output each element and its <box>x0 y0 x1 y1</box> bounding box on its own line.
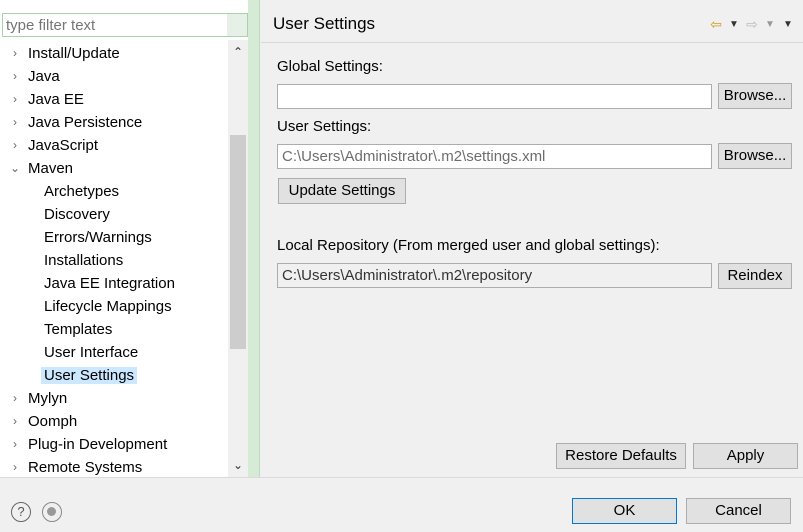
global-settings-input[interactable] <box>277 84 712 109</box>
apply-button[interactable]: Apply <box>693 443 798 469</box>
tree-item-discovery[interactable]: Discovery <box>41 203 113 226</box>
expand-arrow-icon[interactable]: › <box>9 387 21 410</box>
tree-item-plugin-development[interactable]: › Plug-in Development <box>13 433 170 456</box>
settings-page: User Settings ⇦ ▼ ⇨ ▼ ▼ Global Settings:… <box>261 0 803 477</box>
tree-item-label: Plug-in Development <box>28 436 168 453</box>
tree-item-java-ee[interactable]: › Java EE <box>13 88 87 111</box>
tree-item-archetypes[interactable]: Archetypes <box>41 180 122 203</box>
user-settings-label: User Settings: <box>277 118 372 135</box>
tree-item-label: Java EE <box>28 91 84 108</box>
tree-item-errors-warnings[interactable]: Errors/Warnings <box>41 226 155 249</box>
local-repository-label: Local Repository (From merged user and g… <box>277 237 660 254</box>
expand-arrow-icon[interactable]: › <box>9 456 21 477</box>
local-repository-field: C:\Users\Administrator\.m2\repository <box>277 263 712 288</box>
forward-arrow-icon[interactable]: ⇨ <box>745 16 759 33</box>
tree-item-user-settings[interactable]: User Settings <box>41 364 138 387</box>
panel-sash[interactable] <box>248 0 260 477</box>
tree-item-remote-systems[interactable]: › Remote Systems <box>13 456 145 477</box>
tree-item-java-ee-integration[interactable]: Java EE Integration <box>41 272 178 295</box>
tree-item-label: Remote Systems <box>28 459 143 476</box>
global-settings-label: Global Settings: <box>277 58 383 75</box>
scroll-up-icon[interactable]: ⌃ <box>228 42 248 62</box>
cancel-button[interactable]: Cancel <box>686 498 791 524</box>
reindex-button[interactable]: Reindex <box>718 263 792 289</box>
collapse-arrow-icon[interactable]: ⌄ <box>9 157 21 180</box>
page-title: User Settings <box>273 14 376 33</box>
tree-item-label: Java EE Integration <box>44 275 175 292</box>
help-icon[interactable]: ? <box>11 502 31 522</box>
filter-input[interactable] <box>3 14 229 36</box>
scroll-down-icon[interactable]: ⌄ <box>228 455 248 475</box>
tree-item-label: Discovery <box>44 206 110 223</box>
tree-item-label: User Settings <box>41 367 138 384</box>
global-browse-button[interactable]: Browse... <box>718 83 792 109</box>
footer-separator <box>0 477 803 478</box>
tree-item-label: Lifecycle Mappings <box>44 298 172 315</box>
forward-dropdown-icon[interactable]: ▼ <box>763 19 777 30</box>
expand-arrow-icon[interactable]: › <box>9 42 21 65</box>
tree-item-label: Templates <box>44 321 113 338</box>
tree-scrollbar[interactable]: ⌃ ⌄ <box>228 40 248 477</box>
tree-item-label: Java <box>28 68 60 85</box>
ok-button[interactable]: OK <box>572 498 677 524</box>
record-icon[interactable] <box>42 502 62 522</box>
tree-item-templates[interactable]: Templates <box>41 318 115 341</box>
page-navigation: ⇦ ▼ ⇨ ▼ ▼ <box>709 14 795 34</box>
tree-item-label: Maven <box>28 160 74 177</box>
expand-arrow-icon[interactable]: › <box>9 65 21 88</box>
tree-item-lifecycle-mappings[interactable]: Lifecycle Mappings <box>41 295 175 318</box>
tree-item-javascript[interactable]: › JavaScript <box>13 134 101 157</box>
tree-item-mylyn[interactable]: › Mylyn <box>13 387 70 410</box>
tree-item-label: Mylyn <box>28 390 68 407</box>
filter-box[interactable] <box>2 13 248 37</box>
expand-arrow-icon[interactable]: › <box>9 134 21 157</box>
user-settings-input[interactable]: C:\Users\Administrator\.m2\settings.xml <box>277 144 712 169</box>
back-dropdown-icon[interactable]: ▼ <box>727 19 741 30</box>
tree-item-install-update[interactable]: › Install/Update <box>13 42 123 65</box>
update-settings-button[interactable]: Update Settings <box>278 178 406 204</box>
view-menu-icon[interactable]: ▼ <box>781 19 795 30</box>
expand-arrow-icon[interactable]: › <box>9 410 21 433</box>
title-separator <box>261 42 803 43</box>
tree-item-user-interface[interactable]: User Interface <box>41 341 141 364</box>
tree-item-label: Archetypes <box>44 183 120 200</box>
tree-item-installations[interactable]: Installations <box>41 249 126 272</box>
preferences-tree: › Install/Update › Java › Java EE › Java… <box>0 40 228 477</box>
clear-filter-icon[interactable] <box>227 14 247 36</box>
expand-arrow-icon[interactable]: › <box>9 433 21 456</box>
tree-item-label: User Interface <box>44 344 139 361</box>
tree-item-label: Install/Update <box>28 45 120 62</box>
tree-item-label: JavaScript <box>28 137 99 154</box>
tree-item-label: Errors/Warnings <box>44 229 152 246</box>
back-arrow-icon[interactable]: ⇦ <box>709 16 723 33</box>
tree-item-label: Oomph <box>28 413 78 430</box>
scroll-thumb[interactable] <box>230 135 246 349</box>
user-browse-button[interactable]: Browse... <box>718 143 792 169</box>
tree-item-java[interactable]: › Java <box>13 65 63 88</box>
tree-item-maven[interactable]: ⌄ Maven <box>10 157 76 180</box>
expand-arrow-icon[interactable]: › <box>9 111 21 134</box>
tree-item-oomph[interactable]: › Oomph <box>13 410 80 433</box>
restore-defaults-button[interactable]: Restore Defaults <box>556 443 686 469</box>
tree-item-java-persistence[interactable]: › Java Persistence <box>13 111 145 134</box>
preferences-tree-panel: › Install/Update › Java › Java EE › Java… <box>0 0 248 477</box>
expand-arrow-icon[interactable]: › <box>9 88 21 111</box>
tree-item-label: Installations <box>44 252 124 269</box>
tree-item-label: Java Persistence <box>28 114 143 131</box>
